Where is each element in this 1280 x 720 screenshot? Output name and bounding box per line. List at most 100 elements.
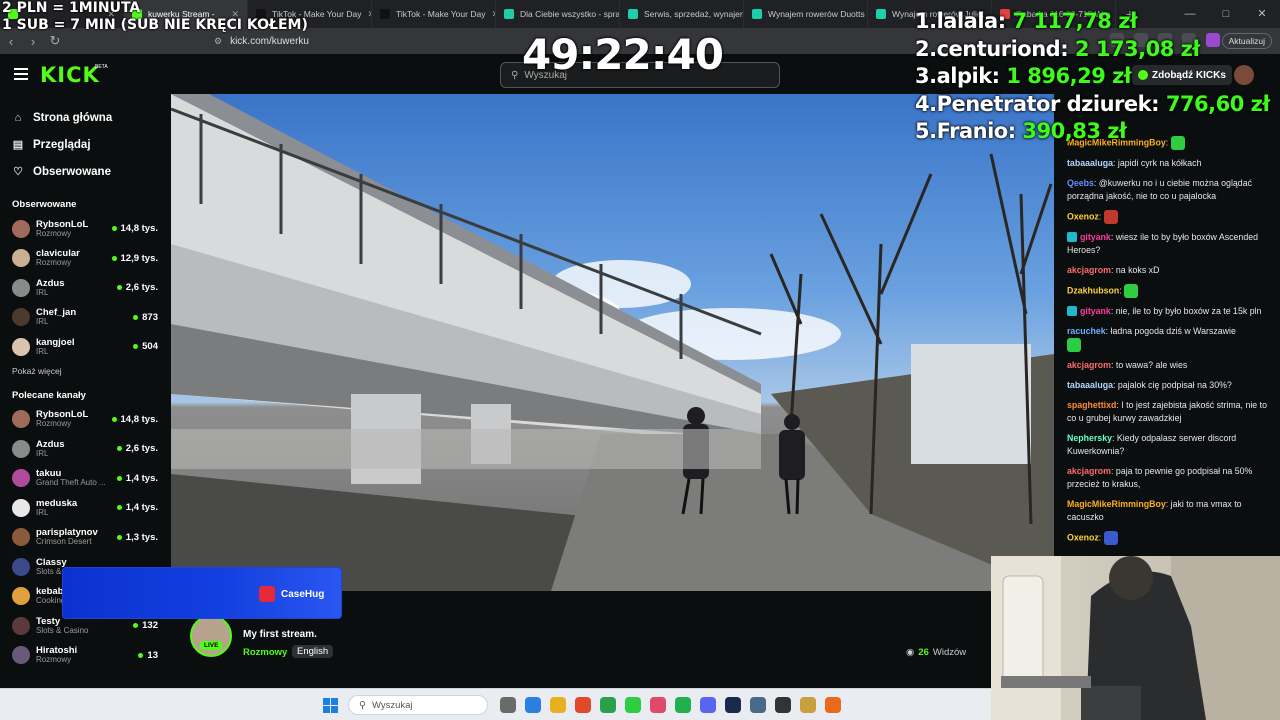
taskbar-app-icon[interactable] — [575, 697, 591, 713]
video-frame — [171, 94, 1054, 591]
chat-text: pajalok cię podpisał na 30%? — [1117, 379, 1232, 390]
live-dot-icon — [133, 344, 139, 349]
chat-username[interactable]: akcjagrom — [1067, 466, 1111, 476]
stream-language-tag[interactable]: English — [292, 645, 334, 658]
chat-username[interactable]: Nephersky — [1067, 433, 1112, 443]
chat-username[interactable]: Oxenoz — [1067, 211, 1099, 221]
channel-viewer-count: 873 — [142, 311, 158, 323]
streamer-avatar[interactable] — [190, 615, 232, 657]
chat-username[interactable]: Dzakhubson — [1067, 285, 1119, 295]
nav-item[interactable]: ⌂ Strona główna — [12, 104, 170, 131]
live-dot-icon — [116, 505, 122, 510]
taskbar-app-icon[interactable] — [675, 697, 691, 713]
taskbar-app-icon[interactable] — [600, 697, 616, 713]
windows-start-icon[interactable] — [323, 698, 338, 713]
show-more-link[interactable]: Pokaż więcej — [0, 366, 170, 376]
tab-label: Dla Ciebie wszystko - spra — [520, 9, 620, 19]
taskbar-app-icon[interactable] — [800, 697, 816, 713]
chat-text: na koks xD — [1115, 264, 1160, 275]
leaderboard-rank: 3. — [915, 64, 937, 88]
taskbar-app-icon[interactable] — [825, 697, 841, 713]
recommended-list: RybsonLoL Rozmowy 14,8 tys. Azdus IRL 2,6 tys… — [0, 405, 170, 671]
chat-username[interactable]: MagicMikeRimmingBoy — [1067, 499, 1166, 509]
reload-icon[interactable]: ↻ — [44, 33, 66, 49]
taskbar-app-icon[interactable] — [775, 697, 791, 713]
taskbar-app-icon[interactable] — [650, 697, 666, 713]
browser-tab[interactable]: Dla Ciebie wszystko - spra✕ — [496, 0, 620, 28]
channel-avatar — [12, 337, 30, 356]
channel-item[interactable]: clavicular Rozmowy 12,9 tys. — [0, 244, 170, 274]
chat-username[interactable]: tabaaaluga — [1067, 380, 1113, 390]
chat-message: gityank: wiesz ile to by było boxów Asce… — [1067, 231, 1258, 255]
taskbar-app-icon[interactable] — [625, 697, 641, 713]
channel-item[interactable]: takuu Grand Theft Auto ... 1,4 tys. — [0, 464, 170, 494]
channel-viewer-count: 2,6 tys. — [125, 282, 158, 293]
channel-item[interactable]: Azdus IRL 2,6 tys. — [0, 434, 170, 464]
taskbar-app-icon[interactable] — [750, 697, 766, 713]
channel-category: IRL — [36, 287, 49, 297]
menu-icon[interactable] — [14, 68, 28, 80]
channel-item[interactable]: Hiratoshi Rozmowy 13 — [0, 641, 170, 671]
emote-icon — [1067, 337, 1081, 352]
emote-icon — [1124, 283, 1139, 298]
chat-username[interactable]: tabaaaluga — [1067, 158, 1113, 168]
leaderboard-amount: 776,60 zł — [1165, 91, 1270, 116]
channel-item[interactable]: RybsonLoL Rozmowy 14,8 tys. — [0, 214, 170, 244]
channel-viewer-count: 1,4 tys. — [125, 472, 158, 484]
screen: ✕ kuwerku Stream - ✕ TikTok - Make Your Da… — [0, 0, 1280, 720]
taskbar-app-icon[interactable] — [725, 697, 741, 713]
channel-item[interactable]: RybsonLoL Rozmowy 14,8 tys. — [0, 405, 170, 435]
channel-viewers: 1,3 tys. — [116, 532, 158, 543]
chat-message: Qeebs: @kuwerku no i u ciebie można oglą… — [1067, 177, 1252, 201]
chat-username[interactable]: Oxenoz — [1067, 532, 1099, 542]
chat-username[interactable]: Qeebs — [1067, 178, 1094, 188]
heart-icon: ♡ — [13, 166, 23, 178]
nav-item[interactable]: ♡ Obserwowane — [12, 158, 170, 185]
leaderboard-row: 2.centuriond: 2 173,08 zł — [915, 36, 1270, 64]
home-icon: ⌂ — [14, 111, 22, 124]
channel-item[interactable]: Azdus IRL 2,6 tys. — [0, 273, 170, 303]
chat-username[interactable]: akcjagrom — [1067, 360, 1111, 370]
kick-logo[interactable]: KICK — [40, 63, 100, 87]
channel-category: Rozmowy — [36, 258, 72, 268]
chat-username[interactable]: spaghettixd — [1067, 400, 1116, 410]
taskbar-app-icon[interactable] — [550, 697, 566, 713]
live-dot-icon — [133, 623, 139, 628]
browser-tab[interactable]: Serwis, sprzedaż, wynajem✕ — [620, 0, 744, 28]
channel-avatar — [12, 557, 30, 576]
chat-message: Dzakhubson: — [1054, 280, 1280, 301]
channel-category: Grand Theft Auto ... — [36, 478, 106, 488]
chat-username[interactable]: akcjagrom — [1067, 265, 1111, 275]
channel-avatar — [12, 528, 30, 547]
tab-favicon-icon — [380, 9, 390, 19]
channel-item[interactable]: Chef_jan IRL 873 — [0, 303, 170, 333]
forward-button[interactable]: › — [22, 34, 44, 49]
channel-category: IRL — [36, 317, 49, 327]
browser-tab[interactable]: Wynajem rowerów Duotts✕ — [744, 0, 868, 28]
channel-item[interactable]: kangjoel IRL 504 — [0, 332, 170, 362]
taskbar-search[interactable]: ⚲ Wyszukaj — [348, 695, 488, 715]
taskbar-app-icon[interactable] — [700, 697, 716, 713]
emote-icon — [1103, 209, 1118, 224]
stream-title: My first stream. — [243, 629, 317, 640]
chat-username[interactable]: racuchek — [1067, 326, 1106, 336]
chat-username[interactable]: gityank — [1080, 232, 1111, 242]
viewer-count-label: Widzów — [932, 647, 967, 658]
taskbar-app-icon[interactable] — [500, 697, 516, 713]
tab-label: Serwis, sprzedaż, wynajem — [644, 9, 744, 19]
chat-username[interactable]: gityank — [1080, 306, 1111, 316]
site-info-icon[interactable]: ⚙ — [214, 36, 222, 47]
channel-item[interactable]: parisplatynov Crimson Desert 1,3 tys. — [0, 523, 170, 553]
channel-viewers: 2,6 tys. — [116, 282, 158, 293]
back-button[interactable]: ‹ — [0, 34, 22, 49]
taskbar-app-icon[interactable] — [525, 697, 541, 713]
video-player[interactable] — [171, 94, 1054, 591]
browser-tab[interactable]: TikTok - Make Your Day✕ — [372, 0, 496, 28]
channel-avatar — [12, 646, 30, 665]
channel-item[interactable]: meduska IRL 1,4 tys. — [0, 493, 170, 523]
chat-message: akcjagrom: to wawa? ale wies — [1067, 359, 1188, 370]
channel-viewer-count: 14,8 tys. — [120, 413, 159, 425]
channel-viewers: 132 — [133, 620, 158, 631]
stream-category[interactable]: Rozmowy — [243, 647, 287, 658]
nav-item[interactable]: ▤ Przeglądaj — [12, 131, 170, 158]
